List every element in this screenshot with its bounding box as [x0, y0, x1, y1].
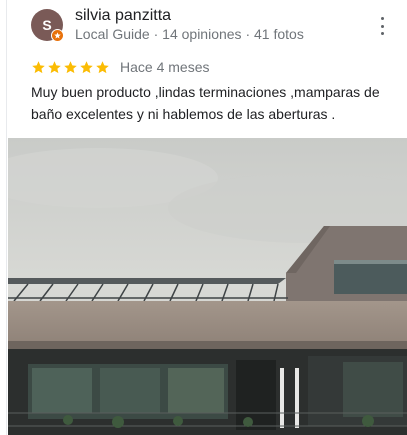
review-text: Muy buen producto ,lindas terminaciones … — [31, 84, 380, 122]
star-icon — [96, 60, 109, 73]
review-photo[interactable] — [8, 138, 407, 435]
review-time: Hace 4 meses — [120, 59, 210, 75]
more-vert-icon — [380, 17, 384, 20]
reviewer-name[interactable]: silvia panzitta — [75, 7, 171, 25]
more-options-button[interactable] — [377, 17, 387, 35]
reviewer-meta: Local Guide · 14 opiniones · 41 fotos — [75, 26, 304, 42]
photo-building-image — [8, 138, 407, 435]
star-icon — [32, 60, 45, 73]
review-header: S silvia panzitta Local Guide · 14 opini… — [31, 7, 387, 47]
star-rating — [31, 60, 110, 75]
rating-row: Hace 4 meses — [31, 58, 209, 76]
card-left-border — [6, 0, 7, 435]
star-icon — [80, 60, 93, 73]
local-guide-badge-icon — [51, 29, 64, 42]
star-icon — [48, 60, 61, 73]
avatar-initial: S — [42, 17, 52, 33]
star-icon — [64, 60, 77, 73]
